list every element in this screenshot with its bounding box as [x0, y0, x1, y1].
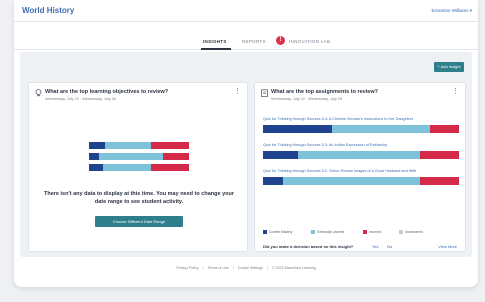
legend-swatch — [399, 230, 403, 234]
tab-innovation-lab[interactable]: INNOVATION LAB — [289, 39, 330, 44]
placeholder-bar — [89, 164, 189, 171]
objectives-card-menu-icon[interactable]: ⋮ — [234, 88, 241, 95]
legend-label: Content Mastery — [269, 230, 293, 234]
tab-insights[interactable]: INSIGHTS — [203, 39, 227, 44]
assignment-link[interactable]: Quiz for Thinking through Sources 5.2: G… — [263, 169, 416, 173]
view-more-link[interactable]: View More — [438, 244, 457, 249]
bar-segment — [283, 177, 420, 185]
legend-label: Eventually Learned — [317, 230, 345, 234]
legend-swatch — [263, 230, 267, 234]
objectives-card-date: Wednesday, July 22 - Wednesday, July 26 — [45, 97, 117, 101]
tab-reports[interactable]: REPORTS — [242, 39, 266, 44]
legend-label: Incorrect — [369, 230, 382, 234]
legend-swatch — [363, 230, 367, 234]
bar-segment — [298, 151, 420, 159]
yes-link[interactable]: Yes — [372, 244, 379, 249]
bar-segment — [420, 177, 459, 185]
assignments-card-title: What are the top assignments to review? — [271, 89, 378, 95]
app-title[interactable]: World History — [22, 6, 74, 15]
placeholder-chart — [89, 142, 189, 172]
legend-item: Eventually Learned — [311, 230, 344, 234]
bar-segment — [263, 151, 298, 159]
assignment-link[interactable]: Quiz for Thinking through Sources 5.3: A… — [263, 143, 387, 147]
clipboard-icon — [261, 89, 268, 99]
add-insight-button[interactable]: + Add Insight — [434, 62, 464, 72]
footer-link[interactable]: Cookie Settings — [238, 266, 263, 270]
bar-segment — [332, 125, 430, 133]
user-menu[interactable]: Ernestine Williams ▾ — [431, 8, 472, 14]
assignment-bar[interactable] — [263, 151, 459, 159]
app-window: World History Ernestine Williams ▾ INSIG… — [14, 0, 478, 287]
bar-segment — [430, 125, 459, 133]
legend-item: Unanswered — [399, 230, 423, 234]
bar-segment — [263, 125, 332, 133]
empty-state-message: There isn't any data to display at this … — [44, 191, 234, 205]
footer-separator: / — [266, 266, 268, 270]
choose-date-range-button[interactable]: Choose Different Date Range — [95, 216, 183, 227]
legend-label: Unanswered — [405, 230, 423, 234]
lightbulb-icon — [35, 89, 42, 99]
active-tab-indicator — [201, 48, 231, 50]
assignment-bar[interactable] — [263, 177, 459, 185]
footer-link: © 2022 Macmillan Learning — [271, 266, 316, 270]
assignments-card-date: Wednesday, July 22 - Wednesday, July 26 — [271, 97, 343, 101]
footer-link[interactable]: Terms of Use — [208, 266, 229, 270]
legend-item: Content Mastery — [263, 230, 292, 234]
footer: Privacy Policy / Terms of Use / Cookie Setti… — [14, 266, 478, 270]
tab-bar: INSIGHTS REPORTS ! INNOVATION LAB — [14, 34, 478, 50]
objectives-card-title: What are the top learning objectives to … — [45, 89, 169, 95]
top-bar: World History Ernestine Williams ▾ — [14, 0, 478, 22]
bar-segment — [420, 151, 459, 159]
footer-separator: / — [232, 266, 234, 270]
decision-prompt: Did you make a decision based on this in… — [263, 244, 354, 249]
no-link[interactable]: No — [387, 244, 392, 249]
footer-separator: / — [202, 266, 204, 270]
footer-link[interactable]: Privacy Policy — [176, 266, 198, 270]
bar-segment — [263, 177, 283, 185]
chart-legend: Content Mastery Eventually Learned Incorre… — [263, 230, 463, 236]
objectives-card: What are the top learning objectives to … — [28, 82, 248, 252]
innovation-lab-alert-icon: ! — [276, 36, 285, 45]
placeholder-bar — [89, 153, 189, 160]
placeholder-bar — [89, 142, 189, 149]
legend-item: Incorrect — [363, 230, 381, 234]
assignments-card-menu-icon[interactable]: ⋮ — [452, 88, 459, 95]
insights-panel: + Add Insight What are the top learning … — [20, 52, 472, 257]
assignments-card: What are the top assignments to review? … — [254, 82, 466, 252]
assignment-bar[interactable] — [263, 125, 459, 133]
legend-swatch — [311, 230, 315, 234]
assignment-link[interactable]: Quiz for Thinking through Sources 5.4: A… — [263, 117, 413, 121]
